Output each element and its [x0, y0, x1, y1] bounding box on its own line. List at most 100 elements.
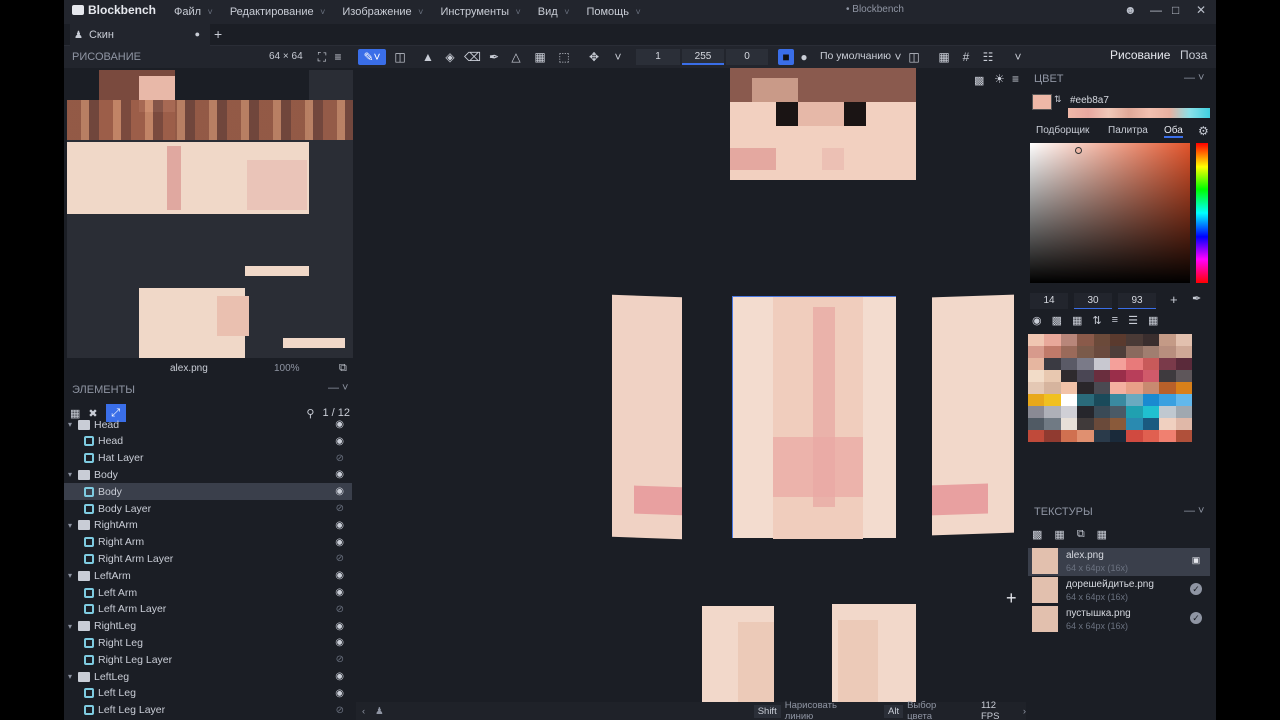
- chevron-down-icon[interactable]: ˅: [610, 49, 626, 65]
- model-right-leg[interactable]: [702, 606, 774, 702]
- model-left-arm[interactable]: [932, 294, 1014, 536]
- palette-swatch[interactable]: [1159, 358, 1176, 370]
- eye-off-icon[interactable]: ⊘: [336, 654, 344, 665]
- palette-swatch[interactable]: [1159, 430, 1176, 442]
- palette-swatch[interactable]: [1175, 370, 1192, 382]
- eye-icon[interactable]: ◉: [335, 469, 344, 480]
- chevron-down-icon[interactable]: ˅: [890, 49, 906, 65]
- palette-swatch[interactable]: [1060, 358, 1078, 370]
- round-brush-icon[interactable]: ●: [796, 49, 812, 65]
- palette-swatch[interactable]: [1060, 430, 1078, 442]
- save-texture-icon[interactable]: ▦: [1054, 528, 1064, 544]
- palette-swatch[interactable]: [1109, 346, 1127, 358]
- model-body[interactable]: [732, 296, 896, 539]
- palette-swatch[interactable]: [1060, 370, 1078, 382]
- eye-icon[interactable]: ◉: [335, 520, 344, 531]
- outliner-cube[interactable]: Head ◉: [64, 433, 352, 450]
- palette-swatch[interactable]: [1109, 358, 1127, 370]
- layout-icon[interactable]: ☷: [980, 49, 996, 65]
- color-tab-palette[interactable]: Палитра: [1108, 125, 1148, 136]
- eye-off-icon[interactable]: ⊘: [336, 503, 344, 514]
- eye-icon[interactable]: ◉: [335, 537, 344, 548]
- palette-swatch[interactable]: [1028, 358, 1045, 370]
- palette-icon[interactable]: ◉: [1032, 314, 1042, 330]
- palette-swatch[interactable]: [1126, 418, 1143, 430]
- outliner-cube[interactable]: Right Leg ◉: [64, 634, 352, 651]
- texture-item[interactable]: дорешейдитье.png 64 x 64px (16x) ✓: [1028, 577, 1210, 605]
- texture-item[interactable]: пустышка.png 64 x 64px (16x) ✓: [1028, 606, 1210, 634]
- outliner-cube[interactable]: Left Arm Layer ⊘: [64, 601, 352, 618]
- list-icon[interactable]: ☰: [1128, 314, 1138, 330]
- eye-icon[interactable]: ◉: [335, 587, 344, 598]
- outliner-group[interactable]: ▾ RightArm ◉: [64, 517, 352, 534]
- swap-color-icon[interactable]: ⇅: [1054, 94, 1062, 105]
- grid-icon[interactable]: ▦: [1148, 314, 1158, 330]
- model-right-arm[interactable]: [612, 294, 682, 540]
- eye-icon[interactable]: ◉: [335, 436, 344, 447]
- chevron-down-icon[interactable]: ▾: [68, 672, 78, 681]
- palette-swatch[interactable]: [1028, 370, 1045, 382]
- palette-swatch[interactable]: [1060, 418, 1078, 430]
- chevron-right-icon[interactable]: ›: [1023, 706, 1026, 717]
- outliner-cube[interactable]: Body Layer ⊘: [64, 500, 352, 517]
- account-icon[interactable]: ☻: [1124, 3, 1137, 17]
- outliner-group[interactable]: ▾ LeftLeg ◉: [64, 668, 352, 685]
- fill-tool-icon[interactable]: ◈: [442, 49, 458, 65]
- outliner-cube[interactable]: Left Leg Layer ⊘: [64, 702, 352, 719]
- gradient-tool-icon[interactable]: ▦: [532, 49, 548, 65]
- eyedropper-icon[interactable]: ✒: [1192, 292, 1201, 305]
- palette-swatch[interactable]: [1044, 430, 1061, 442]
- chevron-down-icon[interactable]: ˅: [1010, 49, 1026, 65]
- palette-swatch[interactable]: [1175, 334, 1192, 346]
- palette-swatch[interactable]: [1142, 394, 1160, 406]
- palette-swatch[interactable]: [1175, 382, 1192, 394]
- palette-swatch[interactable]: [1044, 334, 1061, 346]
- palette-swatch[interactable]: [1142, 418, 1160, 430]
- palette-swatch[interactable]: [1126, 346, 1143, 358]
- menu-image[interactable]: Изображение: [342, 6, 423, 18]
- eye-off-icon[interactable]: ⊘: [336, 553, 344, 564]
- palette-swatch[interactable]: [1077, 334, 1094, 346]
- check-icon[interactable]: ✓: [1190, 583, 1202, 595]
- outliner-cube[interactable]: Left Arm ◉: [64, 584, 352, 601]
- panel-menu-icon[interactable]: — ˅: [1184, 72, 1204, 84]
- palette-swatch[interactable]: [1159, 406, 1176, 418]
- viewport-menu-icon[interactable]: ≡: [1012, 72, 1019, 86]
- palette-swatch[interactable]: [1077, 394, 1094, 406]
- eye-icon[interactable]: ◉: [335, 621, 344, 632]
- palette-swatch[interactable]: [1159, 394, 1176, 406]
- hex-color-value[interactable]: #eeb8a7: [1070, 95, 1109, 106]
- brush-opacity-input[interactable]: 255: [682, 49, 724, 65]
- outliner-cube[interactable]: Right Leg Layer ⊘: [64, 651, 352, 668]
- palette-swatch[interactable]: [1044, 370, 1061, 382]
- chevron-down-icon[interactable]: ▾: [68, 571, 78, 580]
- eye-off-icon[interactable]: ⊘: [336, 453, 344, 464]
- palette-swatch[interactable]: [1175, 406, 1192, 418]
- outliner-cube[interactable]: Body ◉: [64, 483, 352, 501]
- chevron-down-icon[interactable]: ▾: [68, 470, 78, 479]
- screenshot-icon[interactable]: ▩: [974, 74, 984, 87]
- uv-editor-canvas[interactable]: [67, 70, 353, 358]
- palette-swatch[interactable]: [1159, 418, 1176, 430]
- model-head[interactable]: [730, 68, 916, 180]
- color-picker-handle[interactable]: [1075, 147, 1082, 154]
- color-palette-grid[interactable]: [1028, 334, 1192, 470]
- palette-swatch[interactable]: [1028, 430, 1045, 442]
- palette-swatch[interactable]: [1077, 406, 1094, 418]
- saturation-value-picker[interactable]: [1030, 143, 1190, 283]
- palette-swatch[interactable]: [1109, 334, 1127, 346]
- palette-swatch[interactable]: [1060, 346, 1078, 358]
- hue-slider[interactable]: [1196, 143, 1208, 283]
- palette-swatch[interactable]: [1028, 406, 1045, 418]
- list-add-icon[interactable]: ≡: [1112, 314, 1118, 330]
- palette-swatch[interactable]: [1142, 370, 1160, 382]
- palette-swatch[interactable]: [1109, 406, 1127, 418]
- palette-swatch[interactable]: [1093, 406, 1110, 418]
- outliner-group[interactable]: ▾ LeftArm ◉: [64, 567, 352, 584]
- outliner-cube[interactable]: Right Arm ◉: [64, 534, 352, 551]
- palette-swatch[interactable]: [1159, 334, 1176, 346]
- save-palette-icon[interactable]: ▩: [1052, 314, 1062, 330]
- texture-grid-icon[interactable]: ▦: [1097, 528, 1107, 544]
- palette-swatch[interactable]: [1077, 346, 1094, 358]
- eye-icon[interactable]: ◉: [335, 671, 344, 682]
